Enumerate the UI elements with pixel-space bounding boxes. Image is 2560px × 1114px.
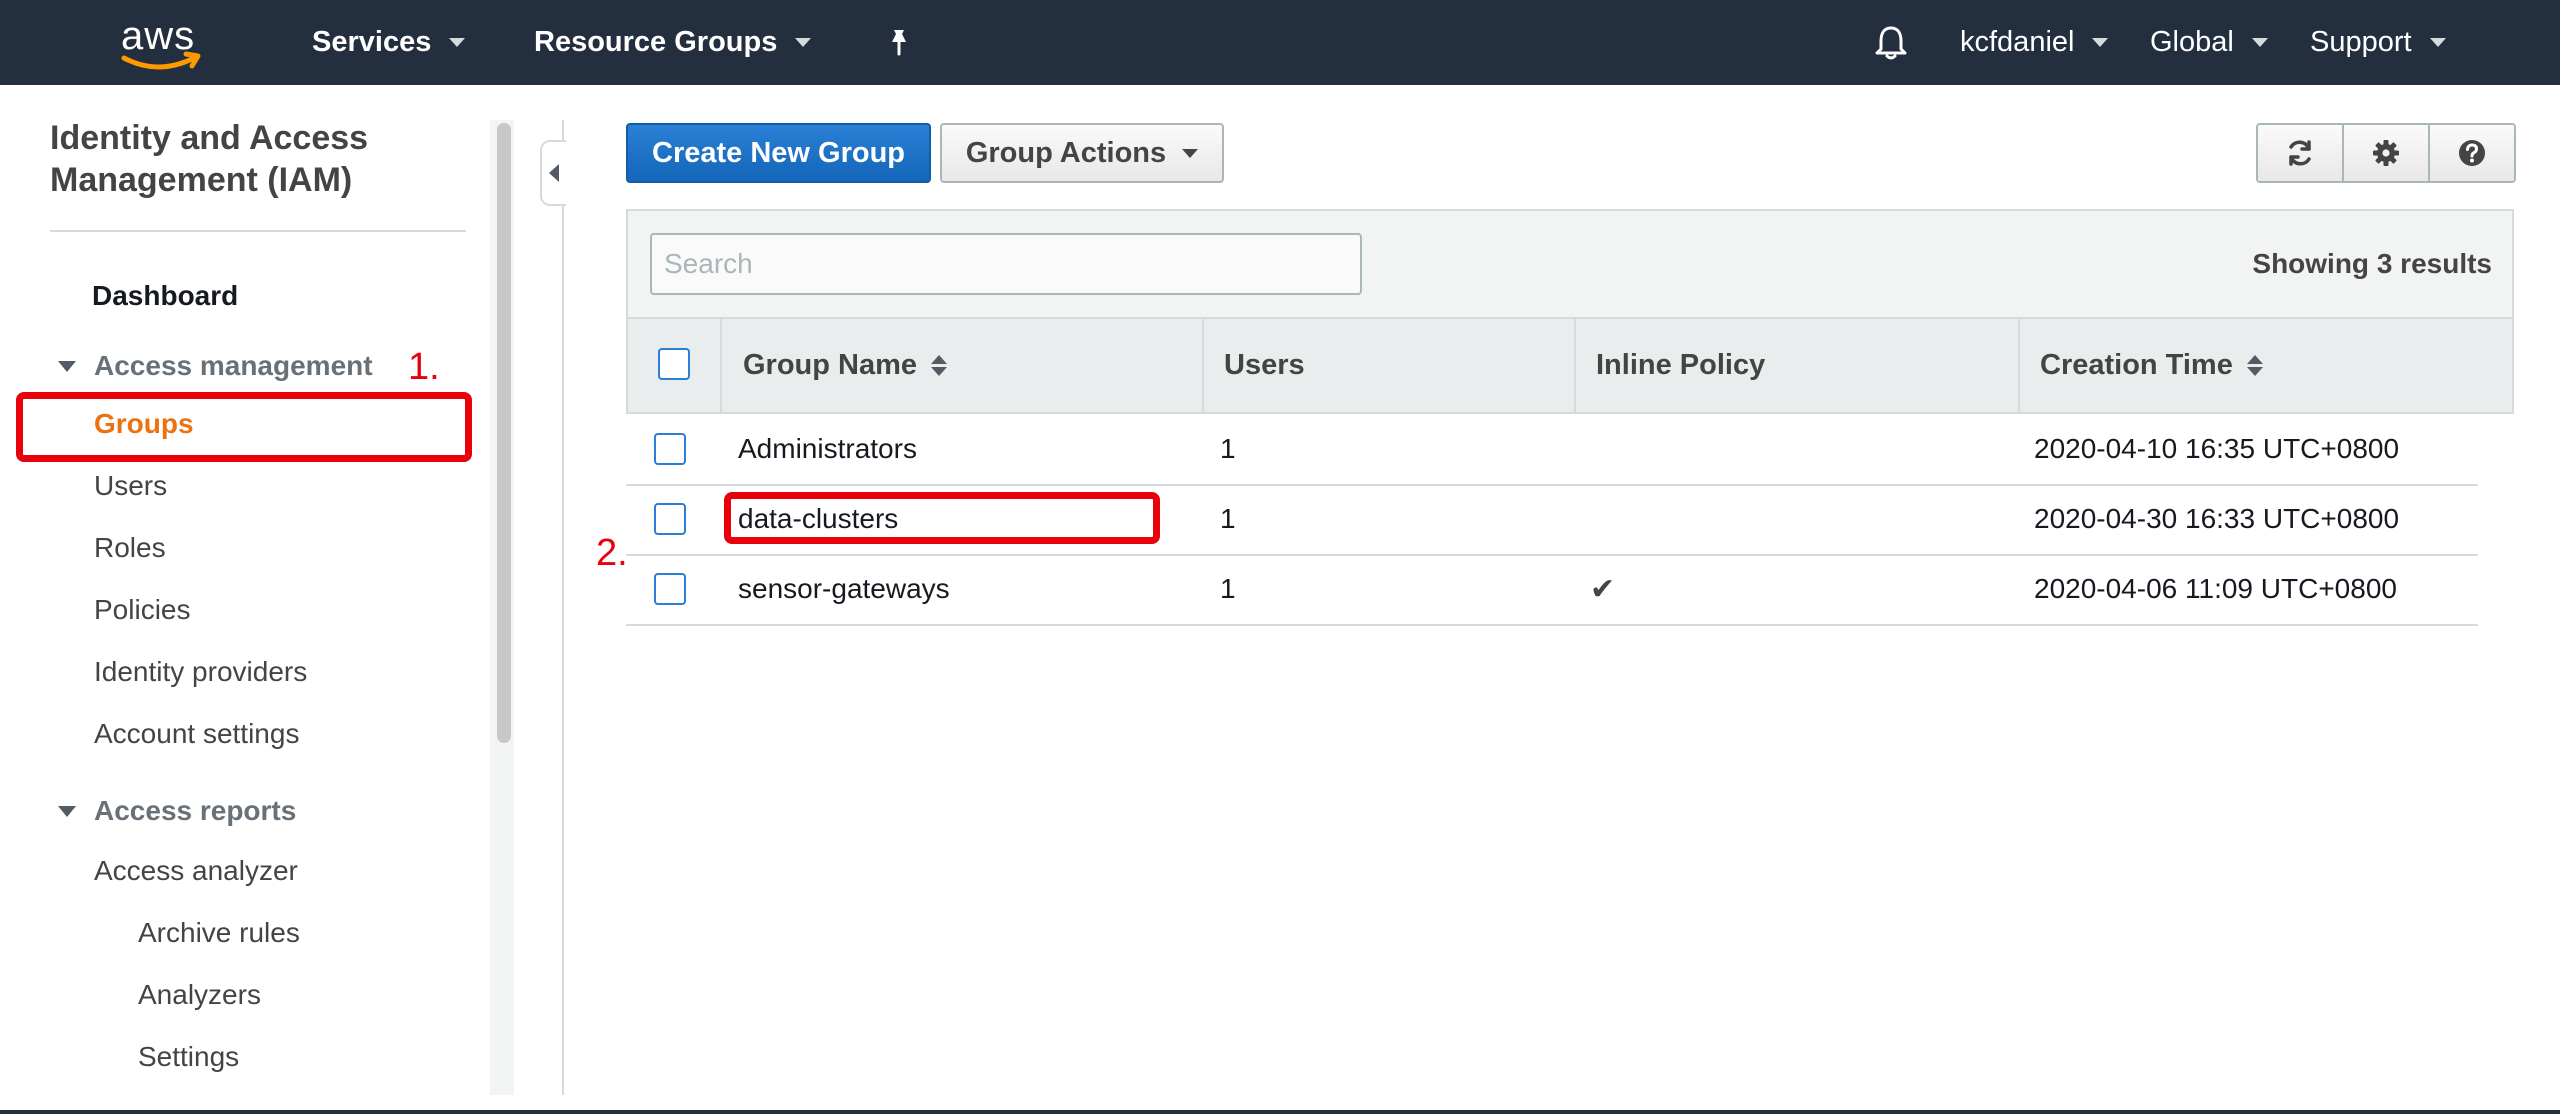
chevron-down-icon <box>795 38 812 47</box>
annotation-box-data-clusters <box>724 492 1160 544</box>
creation-time: 2020-04-30 16:33 UTC+0800 <box>2034 503 2400 534</box>
users-count: 1 <box>1220 433 1236 464</box>
create-new-group-button[interactable]: Create New Group <box>626 123 931 183</box>
caret-down-icon <box>58 805 76 817</box>
help-icon <box>2459 140 2485 166</box>
support-label: Support <box>2310 26 2412 58</box>
sidebar-section-access-management[interactable]: Access management <box>58 350 373 382</box>
sort-icon <box>2246 355 2263 376</box>
caret-left-icon <box>549 164 559 182</box>
help-button[interactable] <box>2430 125 2514 181</box>
column-label: Creation Time <box>2040 349 2233 381</box>
refresh-button[interactable] <box>2258 125 2344 181</box>
top-navigation-bar: aws Services Resource Groups kcfdaniel G… <box>0 0 2560 85</box>
sidebar-divider <box>50 230 466 232</box>
account-name: kcfdaniel <box>1960 26 2075 58</box>
create-new-group-label: Create New Group <box>652 136 905 169</box>
sidebar-item-account-settings[interactable]: Account settings <box>94 718 299 750</box>
group-actions-label: Group Actions <box>965 136 1167 169</box>
column-divider <box>2018 319 2020 412</box>
section-label: Access management <box>94 350 373 381</box>
annotation-step-1: 1. <box>408 346 440 388</box>
aws-logo[interactable]: aws <box>118 12 206 72</box>
sidebar-border <box>562 120 564 1095</box>
users-count: 1 <box>1220 503 1236 534</box>
row-checkbox[interactable] <box>654 433 686 465</box>
table-filter-bar: Showing 3 results <box>626 209 2514 319</box>
column-header-inline-policy[interactable]: Inline Policy <box>1596 319 1765 412</box>
notifications-button[interactable] <box>1874 0 1908 85</box>
services-label: Services <box>312 26 432 58</box>
region-label: Global <box>2150 26 2234 58</box>
row-checkbox[interactable] <box>654 573 686 605</box>
annotation-box-groups <box>16 392 472 462</box>
group-name-link[interactable]: Administrators <box>738 414 917 484</box>
resource-groups-label: Resource Groups <box>534 26 778 58</box>
column-label: Group Name <box>743 349 918 381</box>
support-menu[interactable]: Support <box>2310 0 2446 85</box>
results-count: Showing 3 results <box>2252 248 2492 279</box>
sidebar-item-archive-rules[interactable]: Archive rules <box>138 917 300 949</box>
window-bottom-border <box>0 1110 2560 1114</box>
sidebar-item-identity-providers[interactable]: Identity providers <box>94 656 307 688</box>
checkmark-icon: ✔ <box>1590 572 1616 606</box>
table-tools-group <box>2256 123 2516 183</box>
row-checkbox[interactable] <box>654 503 686 535</box>
caret-down-icon <box>58 360 76 372</box>
pin-button[interactable] <box>886 0 912 85</box>
users-count: 1 <box>1220 573 1236 604</box>
column-header-creation-time[interactable]: Creation Time <box>2040 319 2263 412</box>
column-divider <box>720 319 722 412</box>
chevron-down-icon <box>2251 38 2268 47</box>
sidebar-item-dashboard[interactable]: Dashboard <box>92 280 238 312</box>
group-actions-dropdown[interactable]: Group Actions <box>940 123 1224 183</box>
gear-icon <box>2373 140 2399 166</box>
sort-icon <box>931 355 948 376</box>
column-divider <box>1202 319 1204 412</box>
aws-smile-icon <box>121 51 201 70</box>
sidebar-item-access-analyzer[interactable]: Access analyzer <box>94 855 298 887</box>
select-all-checkbox[interactable] <box>658 348 690 380</box>
region-menu[interactable]: Global <box>2150 0 2268 85</box>
chevron-down-icon <box>1182 148 1199 158</box>
column-header-group-name[interactable]: Group Name <box>743 319 948 412</box>
sidebar-item-settings[interactable]: Settings <box>138 1041 239 1073</box>
section-label: Access reports <box>94 795 297 826</box>
group-name-link[interactable]: sensor-gateways <box>738 554 950 624</box>
iam-sidebar: Identity and Access Management (IAM) Das… <box>0 85 540 1095</box>
pin-icon <box>892 29 906 55</box>
creation-time: 2020-04-06 11:09 UTC+0800 <box>2034 573 2397 604</box>
sidebar-item-analyzers[interactable]: Analyzers <box>138 979 261 1011</box>
chevron-down-icon <box>449 38 466 47</box>
table-header: Group Name Users Inline Policy Creation … <box>626 319 2514 414</box>
services-menu[interactable]: Services <box>312 0 466 85</box>
sidebar-scrollbar-thumb[interactable] <box>497 123 511 743</box>
column-header-users[interactable]: Users <box>1224 319 1305 412</box>
sidebar-item-users[interactable]: Users <box>94 470 167 502</box>
refresh-icon <box>2289 140 2311 166</box>
search-input[interactable] <box>650 233 1362 295</box>
collapse-sidebar-button[interactable] <box>540 140 566 206</box>
preferences-button[interactable] <box>2344 125 2430 181</box>
sidebar-title: Identity and Access Management (IAM) <box>50 119 369 199</box>
table-row[interactable]: Administrators 1 2020-04-10 16:35 UTC+08… <box>626 414 2478 486</box>
sidebar-item-policies[interactable]: Policies <box>94 594 190 626</box>
table-row[interactable]: sensor-gateways 1 ✔ 2020-04-06 11:09 UTC… <box>626 554 2478 626</box>
column-divider <box>1574 319 1576 412</box>
creation-time: 2020-04-10 16:35 UTC+0800 <box>2034 433 2400 464</box>
sidebar-item-roles[interactable]: Roles <box>94 532 166 564</box>
bell-icon <box>1875 26 1907 59</box>
account-menu[interactable]: kcfdaniel <box>1960 0 2109 85</box>
chevron-down-icon <box>2429 38 2446 47</box>
chevron-down-icon <box>2092 38 2109 47</box>
resource-groups-menu[interactable]: Resource Groups <box>534 0 812 85</box>
sidebar-section-access-reports[interactable]: Access reports <box>58 795 296 827</box>
annotation-step-2: 2. <box>596 532 628 574</box>
